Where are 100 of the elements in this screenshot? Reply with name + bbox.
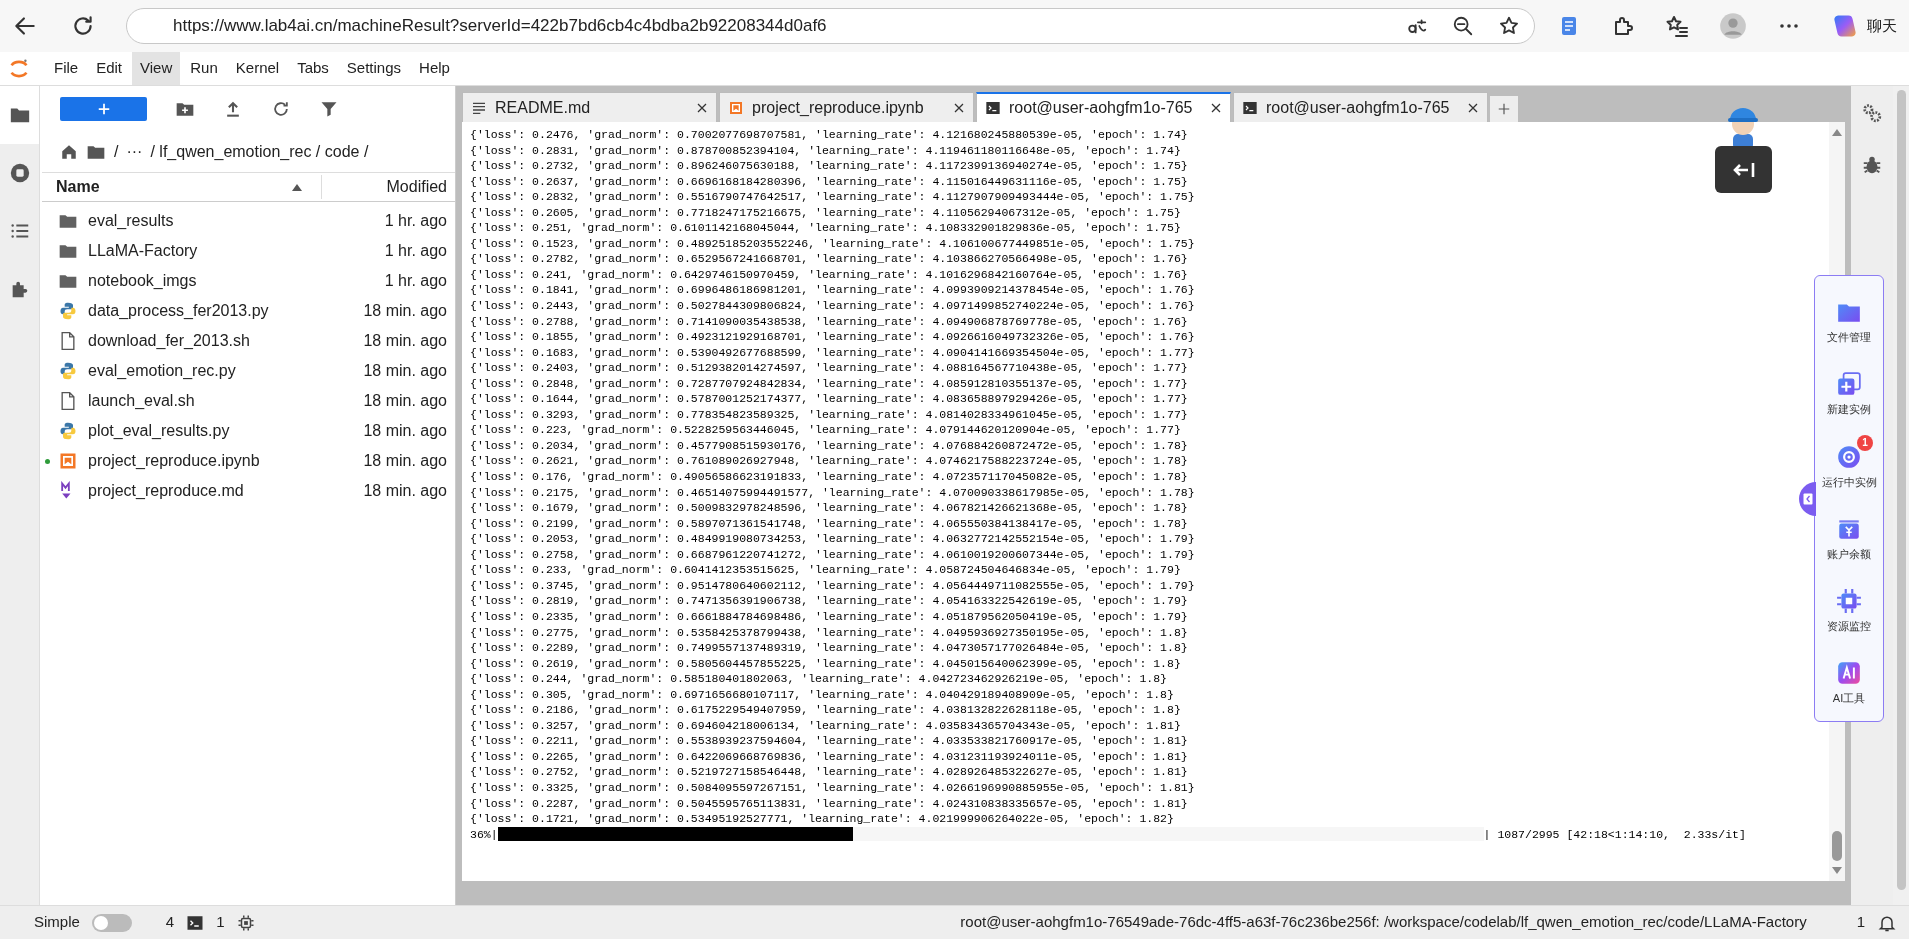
terminal-line: {'loss': 0.2619, 'grad_norm': 0.5805604457855225, 'learning_rate': 4.045015640062399e-05, 'epoch': 1.8} [470, 655, 1181, 672]
column-header[interactable]: Modified [386, 175, 447, 199]
file-name[interactable]: LLaMA-Factory [88, 239, 198, 263]
file-name[interactable]: launch_eval.sh [88, 389, 195, 413]
chip-icon[interactable] [236, 913, 255, 932]
tool-button[interactable]: AI工具 [1815, 651, 1883, 707]
breadcrumb-link[interactable]: ··· [126, 140, 143, 164]
menu-item[interactable]: Edit [88, 52, 131, 85]
menu-item[interactable]: Help [411, 52, 458, 85]
close-icon[interactable] [1210, 102, 1222, 114]
zoom-out-icon[interactable] [1452, 15, 1474, 37]
terminal-line: {'loss': 0.2186, 'grad_norm': 0.6175229549407959, 'learning_rate': 4.038132822628118e-05, 'epoch': 1.8} [470, 702, 1181, 718]
collapse-icon [1802, 493, 1813, 505]
scroll-thumb[interactable] [1832, 831, 1842, 861]
arrow-to-bar-icon [1731, 160, 1756, 179]
tool-button[interactable]: 新建实例 [1815, 362, 1883, 418]
column-header[interactable]: Name [56, 175, 291, 199]
terminal-line: {'loss': 0.244, 'grad_norm': 0.585180401802063, 'learning_rate': 4.042723462926219e-05, 'epoch': 1.8} [470, 671, 1167, 687]
file-name[interactable]: data_process_fer2013.py [88, 299, 269, 323]
plus-icon [96, 102, 111, 116]
terminal-line: {'loss': 0.241, 'grad_norm': 0.6429746150970459, 'learning_rate': 4.1016296842160764e-05, 'epoch': 1.76} [470, 266, 1188, 283]
file-name[interactable]: notebook_imgs [88, 269, 197, 293]
tool-button[interactable]: 账户余额 [1815, 506, 1883, 563]
terminal-line: {'loss': 0.1855, 'grad_norm': 0.4923121929168701, 'learning_rate': 4.0926616049732326e-05, 'epoch': 1.76} [470, 329, 1195, 345]
simple-mode-switch[interactable] [91, 913, 132, 932]
favorites-icon[interactable] [1665, 14, 1689, 38]
menu-item[interactable]: File [46, 52, 87, 85]
page-scroll-thumb[interactable] [1896, 90, 1906, 890]
terminal-line: {'loss': 0.3325, 'grad_norm': 0.5084095597267151, 'learning_rate': 4.0266196990885955e-05, 'epoch': 1.81} [470, 779, 1195, 796]
terminal-line: {'loss': 0.1679, 'grad_norm': 0.5009832978248596, 'learning_rate': 4.067821426621368e-05, 'epoch': 1.78} [470, 500, 1188, 516]
breadcrumb-link[interactable]: / [114, 140, 119, 164]
refresh-icon[interactable] [271, 99, 291, 119]
tab[interactable]: project_reproduce.ipynb [719, 92, 974, 122]
bug-icon[interactable] [1861, 154, 1883, 176]
terminal-line: {'loss': 0.2199, 'grad_norm': 0.5897071361541748, 'learning_rate': 4.065550384138417e-05, 'epoch': 1.78} [470, 515, 1188, 532]
tab[interactable]: root@user-aohgfm1o-765 [976, 92, 1231, 122]
count-badge: 1 [1857, 434, 1873, 451]
terminal-line: {'loss': 0.1721, 'grad_norm': 0.53495192527771, 'learning_rate': 4.021999906264022e-05, 'epoch': 1.82} [470, 811, 1174, 827]
terminal-line: {'loss': 0.305, 'grad_norm': 0.6971656680107117, 'learning_rate': 4.040429189408909e-05, 'epoch': 1.8} [470, 686, 1174, 703]
terminal-line: {'loss': 0.2775, 'grad_norm': 0.5358425378799438, 'learning_rate': 4.0495936927350195e-05, 'epoch': 1.8} [470, 624, 1188, 641]
menu-item[interactable]: Run [182, 52, 226, 85]
terminal-line: {'loss': 0.176, 'grad_norm': 0.49056586623191833, 'learning_rate': 4.072357117045082e-05, 'epoch': 1.78} [470, 469, 1188, 485]
terminal-line: {'loss': 0.2403, 'grad_norm': 0.5129382014274597, 'learning_rate': 4.088164567710438e-05, 'epoch': 1.77} [470, 360, 1188, 376]
menu-item[interactable]: View [132, 52, 181, 85]
terminal-icon [985, 100, 1001, 116]
tool-button[interactable]: 运行中实例 1 [1815, 434, 1883, 491]
terminal-line: {'loss': 0.2211, 'grad_norm': 0.5538939237594604, 'learning_rate': 4.033533821760917e-05, 'epoch': 1.81} [470, 733, 1188, 749]
terminal-line: {'loss': 0.2782, 'grad_norm': 0.6529567241668701, 'learning_rate': 4.103866270566498e-05, 'epoch': 1.76} [470, 251, 1188, 267]
terminal-line: {'loss': 0.1841, 'grad_norm': 0.6996486186981201, 'learning_rate': 4.0993909214378454e-05, 'epoch': 1.76} [470, 282, 1195, 298]
close-icon[interactable] [953, 101, 965, 114]
stop-circle-icon [8, 162, 31, 184]
close-icon[interactable] [1467, 101, 1479, 114]
file-name[interactable]: project_reproduce.ipynb [88, 449, 260, 473]
menu-item[interactable]: Settings [338, 52, 410, 85]
mode-label: Simple [34, 912, 80, 933]
tab[interactable]: root@user-aohgfm1o-765 [1233, 92, 1488, 122]
python-file-icon [58, 421, 78, 441]
terminal-line: {'loss': 0.1523, 'grad_norm': 0.48925185203552246, 'learning_rate': 4.106100677449851e-05, 'epoch': 1.75} [470, 235, 1195, 252]
new-tab-button[interactable] [1490, 96, 1518, 122]
file-name[interactable]: plot_eval_results.py [88, 419, 230, 443]
tool-button[interactable]: 文件管理 [1815, 290, 1883, 346]
terminal-line: {'loss': 0.3257, 'grad_norm': 0.694604218006134, 'learning_rate': 4.035834365704343e-05, 'epoch': 1.81} [470, 717, 1181, 734]
breadcrumb-link[interactable]: / lf_qwen_emotion_rec / code / [150, 140, 369, 164]
notebook-icon [728, 99, 744, 116]
menu-item[interactable]: Kernel [227, 52, 288, 85]
file-name[interactable]: download_fer_2013.sh [88, 329, 250, 353]
terminal-line: {'loss': 0.2605, 'grad_norm': 0.7718247175216675, 'learning_rate': 4.11056294067312e-05, 'epoch': 1.75} [470, 204, 1181, 221]
terminal-line: {'loss': 0.2443, 'grad_norm': 0.5027844309806824, 'learning_rate': 4.0971499852740224e-05, 'epoch': 1.76} [470, 298, 1195, 314]
python-file-icon [58, 301, 78, 321]
file-name[interactable]: eval_emotion_rec.py [88, 359, 236, 383]
terminal-line: {'loss': 0.2788, 'grad_norm': 0.7141090035438538, 'learning_rate': 4.094906878769778e-05, 'epoch': 1.76} [470, 313, 1188, 330]
file-name[interactable]: eval_results [88, 209, 174, 233]
modified-time: 1 hr. ago [384, 211, 447, 231]
modified-time: 1 hr. ago [384, 241, 447, 261]
sidebar-tab[interactable] [0, 86, 39, 144]
plus-icon [1497, 102, 1511, 116]
terminal-line: {'loss': 0.2848, 'grad_norm': 0.7287707924842834, 'learning_rate': 4.085912810355137e-05, 'epoch': 1.77} [470, 375, 1188, 392]
chat-button[interactable]: 聊天 [1831, 12, 1897, 40]
terminal-line: {'loss': 0.2758, 'grad_norm': 0.6687961220741272, 'learning_rate': 4.0610019200607344e-05, 'epoch': 1.79} [470, 546, 1195, 563]
menu-item[interactable]: Tabs [289, 52, 337, 85]
address-bar[interactable]: https://www.lab4ai.cn/machineResult?serverId=422b7bd6cb4c4bdba2b92208344d0af6 [126, 8, 1535, 44]
filter-icon[interactable] [319, 99, 339, 119]
modified-time: 18 min. ago [363, 481, 447, 501]
terminal-line: {'loss': 0.2289, 'grad_norm': 0.7499557137489319, 'learning_rate': 4.0473057177026484e-05, 'epoch': 1.8} [470, 640, 1188, 656]
gears-icon[interactable] [1861, 102, 1883, 124]
close-icon[interactable] [696, 101, 708, 114]
notebook-icon [58, 451, 78, 471]
tab[interactable]: README.md [462, 92, 717, 122]
tool-button[interactable]: 资源监控 [1815, 578, 1883, 635]
terminal-line: {'loss': 0.2335, 'grad_norm': 0.6661884784698486, 'learning_rate': 4.051879562050419e-05, 'epoch': 1.79} [470, 608, 1188, 625]
disc-icon [1836, 443, 1862, 470]
scroll-up-icon[interactable] [1831, 128, 1843, 136]
file-name[interactable]: project_reproduce.md [88, 479, 244, 503]
home-icon[interactable] [60, 143, 78, 161]
avatar-icon[interactable] [1719, 12, 1747, 40]
modified-time: 18 min. ago [363, 451, 447, 471]
star-icon[interactable] [1498, 15, 1520, 37]
chip-icon [1836, 587, 1862, 614]
scroll-down-icon[interactable] [1831, 867, 1843, 875]
collapse-button[interactable] [1715, 146, 1772, 193]
